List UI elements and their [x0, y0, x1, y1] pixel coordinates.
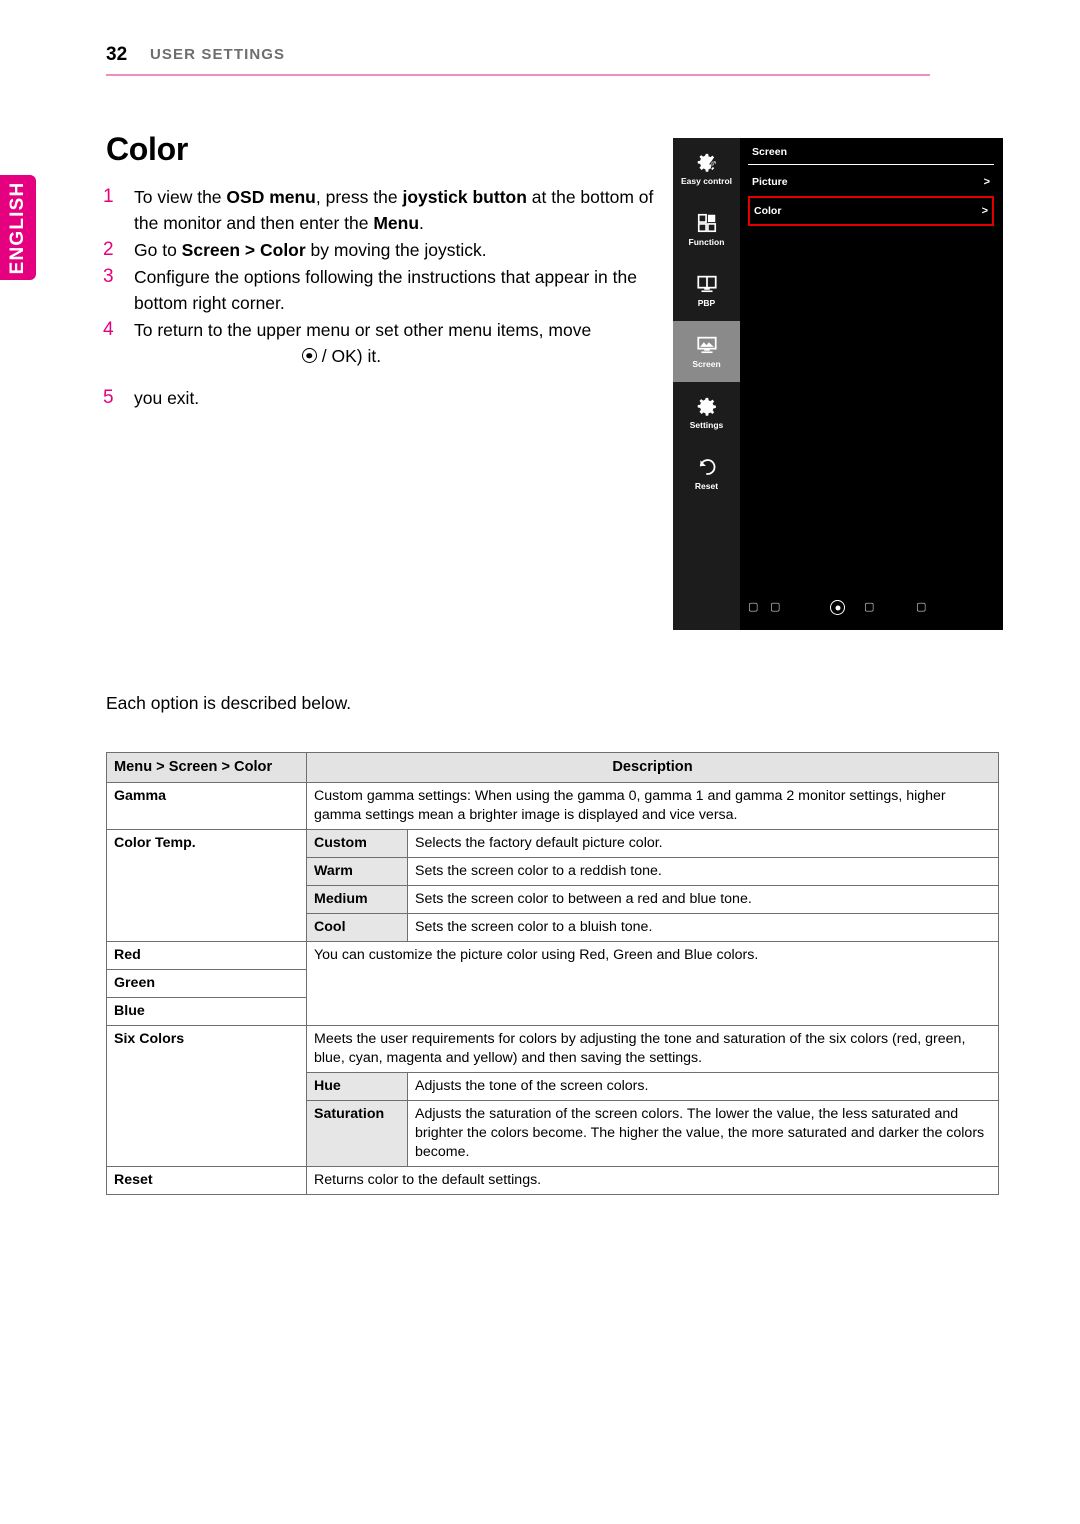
- chevron-right-icon: >: [983, 176, 990, 188]
- language-tab-label: ENGLISH: [7, 181, 28, 274]
- table-cell-suboption: Saturation: [306, 1100, 408, 1167]
- table-row: Six Colors Meets the user requirements fo…: [106, 1025, 999, 1167]
- split-monitor-icon: [696, 273, 718, 295]
- table-cell-suboption: Hue: [306, 1072, 408, 1101]
- osd-sidebar-item-label: Easy control: [680, 176, 733, 186]
- step-number: 5: [103, 387, 114, 408]
- instruction-step: 4 To return to the upper menu or set othe…: [103, 317, 669, 369]
- ok-circle-icon: [301, 348, 317, 363]
- osd-sidebar-item-screen[interactable]: Screen: [673, 321, 740, 382]
- table-cell-description: Custom gamma settings: When using the ga…: [306, 782, 999, 830]
- instruction-step: 1 To view the OSD menu, press the joystic…: [103, 184, 669, 236]
- table-cell-description: Meets the user requirements for colors b…: [306, 1025, 999, 1073]
- osd-sidebar-item-function[interactable]: Function: [673, 199, 740, 260]
- table-header-menu: Menu > Screen > Color: [106, 752, 307, 783]
- osd-menu-item-color[interactable]: Color >: [748, 196, 994, 226]
- osd-main-panel: Screen Picture > Color >: [740, 138, 1003, 630]
- table-cell-menu: Green: [106, 969, 307, 998]
- table-cell-suboption: Medium: [306, 885, 408, 914]
- step-text: Configure the options following the inst…: [134, 267, 637, 313]
- osd-hint-glyph: ▢: [864, 600, 875, 613]
- table-header-description: Description: [306, 752, 999, 783]
- osd-hint-glyph: ▢: [748, 600, 759, 613]
- step-number: 1: [103, 186, 114, 207]
- osd-sidebar-item-label: Function: [688, 237, 725, 247]
- step-number: 4: [103, 319, 114, 340]
- table-cell-menu: Blue: [106, 997, 307, 1026]
- step-trailing-text: you exit.: [134, 388, 200, 408]
- color-options-table: Menu > Screen > Color Description Gamma Cus…: [106, 752, 999, 1195]
- gear-icon: [696, 395, 718, 417]
- step-secondary-line: / OK) it.: [134, 343, 669, 369]
- table-cell-description: You can customize the picture color usin…: [306, 941, 999, 1026]
- osd-menu-item-picture[interactable]: Picture >: [748, 168, 994, 196]
- grid-squares-icon: [696, 212, 718, 234]
- osd-sidebar-item-label: PBP: [697, 298, 716, 308]
- table-header-row: Menu > Screen > Color Description: [106, 752, 999, 783]
- table-row: Color Temp. Custom Selects the factory def…: [106, 829, 999, 942]
- table-cell-suboption: Warm: [306, 857, 408, 886]
- table-cell-menu: Red: [106, 941, 307, 970]
- osd-sidebar-item-label: Screen: [692, 359, 721, 369]
- osd-sidebar-item-settings[interactable]: Settings: [673, 382, 740, 443]
- osd-hint-glyph: ▢: [916, 600, 927, 613]
- page-number: 32: [106, 44, 128, 65]
- chevron-right-icon: >: [981, 205, 988, 217]
- table-row: Gamma Custom gamma settings: When using t…: [106, 782, 999, 830]
- language-tab: ENGLISH: [0, 175, 36, 280]
- table-cell-description: Sets the screen color to between a red a…: [407, 885, 999, 914]
- table-row: Red You can customize the picture color u…: [106, 941, 999, 1026]
- table-cell-menu: Color Temp.: [106, 829, 307, 942]
- step-number: 3: [103, 266, 114, 287]
- osd-sidebar-item-pbp[interactable]: PBP: [673, 260, 740, 321]
- table-cell-menu: Reset: [106, 1166, 307, 1195]
- page-header-title: USER SETTINGS: [150, 46, 286, 63]
- step-text: Go to Screen > Color by moving the joyst…: [134, 240, 487, 260]
- osd-sidebar-item-label: Settings: [689, 420, 724, 430]
- osd-sidebar: Easy control Function PBP Screen Settings Res…: [673, 138, 740, 630]
- instruction-step: 3 Configure the options following the ins…: [103, 264, 669, 316]
- undo-arrow-icon: [696, 456, 718, 478]
- table-cell-description: Selects the factory default picture colo…: [407, 829, 999, 858]
- table-row: Reset Returns color to the default settin…: [106, 1166, 999, 1195]
- osd-panel-title: Screen: [752, 146, 788, 158]
- step-text: To view the OSD menu, press the joystick…: [134, 187, 654, 233]
- ok-circle-icon: [830, 600, 845, 615]
- table-cell-description: Sets the screen color to a reddish tone.: [407, 857, 999, 886]
- page-title: Color: [106, 131, 189, 167]
- page-header: 32 USER SETTINGS: [106, 44, 930, 76]
- table-cell-suboption: Custom: [306, 829, 408, 858]
- table-intro-text: Each option is described below.: [106, 693, 352, 713]
- osd-title-divider: [748, 164, 994, 166]
- osd-sidebar-item-reset[interactable]: Reset: [673, 443, 740, 504]
- table-cell-description: Adjusts the tone of the screen colors.: [407, 1072, 999, 1101]
- osd-menu-item-picture-label: Picture: [752, 176, 788, 188]
- osd-sidebar-item-easy-control[interactable]: Easy control: [673, 138, 740, 199]
- step-text: To return to the upper menu or set other…: [134, 320, 592, 340]
- instruction-step: 2 Go to Screen > Color by moving the joys…: [103, 237, 669, 263]
- osd-hint-glyph: ▢: [770, 600, 781, 613]
- gear-bolt-icon: [696, 151, 718, 173]
- table-cell-menu: Gamma: [106, 782, 307, 830]
- osd-menu-screenshot: Easy control Function PBP Screen Settings Res…: [673, 138, 1003, 630]
- osd-menu-item-color-label: Color: [754, 205, 782, 217]
- table-cell-description: Sets the screen color to a bluish tone.: [407, 913, 999, 942]
- monitor-picture-icon: [696, 334, 718, 356]
- table-cell-description: Adjusts the saturation of the screen col…: [407, 1100, 999, 1167]
- osd-footer-hints: ▢ ▢ ▢ ▢: [740, 598, 1003, 618]
- table-cell-description: Returns color to the default settings.: [306, 1166, 999, 1195]
- table-cell-suboption: Cool: [306, 913, 408, 942]
- table-cell-menu: Six Colors: [106, 1025, 307, 1167]
- step-number: 2: [103, 239, 114, 260]
- instruction-step: 5 you exit.: [103, 385, 669, 411]
- header-divider: [106, 74, 930, 76]
- instruction-steps: 1 To view the OSD menu, press the joystic…: [103, 184, 669, 412]
- osd-sidebar-item-label: Reset: [694, 481, 719, 491]
